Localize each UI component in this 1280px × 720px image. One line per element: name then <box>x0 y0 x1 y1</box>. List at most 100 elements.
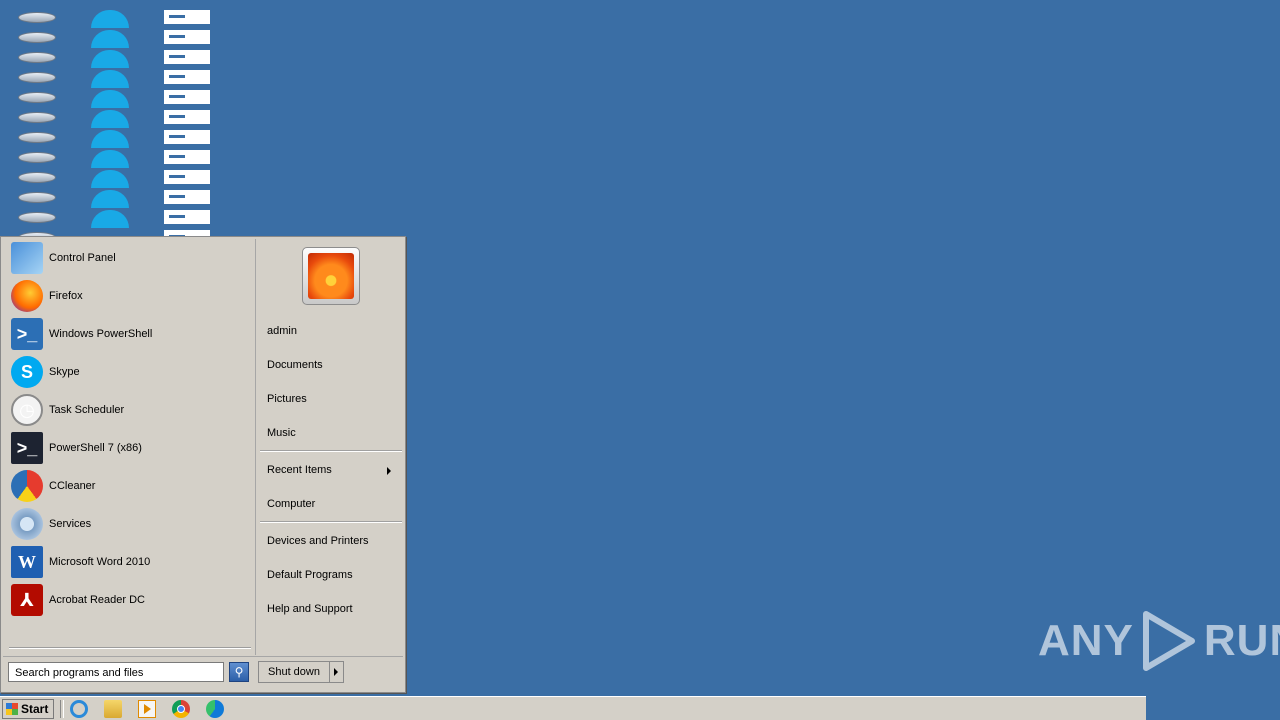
menu-item-help-support[interactable]: Help and Support <box>267 599 397 619</box>
drive-icon[interactable] <box>18 70 58 84</box>
search-input[interactable]: Search programs and files <box>8 662 224 682</box>
ie-icon[interactable] <box>91 150 131 168</box>
document-icon[interactable] <box>164 10 210 24</box>
document-icon[interactable] <box>164 50 210 64</box>
document-icon[interactable] <box>164 70 210 84</box>
drive-icon[interactable] <box>18 50 58 64</box>
drive-icon[interactable] <box>18 170 58 184</box>
program-windows-powershell[interactable]: >_ Windows PowerShell <box>3 315 253 353</box>
word-icon: W <box>11 546 43 578</box>
program-microsoft-word[interactable]: W Microsoft Word 2010 <box>3 543 253 581</box>
program-label: Windows PowerShell <box>49 328 153 340</box>
program-label: Control Panel <box>49 252 116 264</box>
drive-icon[interactable] <box>18 10 58 24</box>
firefox-icon <box>11 280 43 312</box>
document-icon[interactable] <box>164 130 210 144</box>
powershell7-icon: >_ <box>11 432 43 464</box>
program-services[interactable]: Services <box>3 505 253 543</box>
program-label: Firefox <box>49 290 83 302</box>
flower-icon <box>308 253 354 299</box>
watermark-left: ANY <box>1038 616 1134 665</box>
drive-icon[interactable] <box>18 30 58 44</box>
program-label: Microsoft Word 2010 <box>49 556 151 568</box>
powershell-icon: >_ <box>11 318 43 350</box>
ie-icon[interactable] <box>91 10 131 28</box>
windows-logo-icon <box>6 703 18 715</box>
ie-icon[interactable] <box>91 110 131 128</box>
menu-item-default-programs[interactable]: Default Programs <box>267 565 397 585</box>
ccleaner-icon <box>11 470 43 502</box>
ie-icon[interactable] <box>91 70 131 88</box>
drive-icon[interactable] <box>18 130 58 144</box>
drive-icon[interactable] <box>18 210 58 224</box>
control-panel-icon <box>11 242 43 274</box>
file-explorer-icon[interactable] <box>104 700 122 718</box>
gears-icon <box>11 508 43 540</box>
skype-icon: S <box>11 356 43 388</box>
drive-icon[interactable] <box>18 90 58 104</box>
menu-item-pictures[interactable]: Pictures <box>267 389 397 409</box>
search-icon[interactable]: ⚲ <box>229 662 249 682</box>
menu-item-recent-items[interactable]: Recent Items <box>267 460 397 480</box>
ie-icon[interactable] <box>91 130 131 148</box>
taskbar: Start <box>0 696 1146 720</box>
programs-pane: Control Panel Firefox >_ Windows PowerSh… <box>3 239 253 655</box>
places-pane: admin Documents Pictures Music Recent It… <box>255 239 404 655</box>
user-avatar[interactable] <box>302 247 360 305</box>
document-icon[interactable] <box>164 150 210 164</box>
shutdown-button[interactable]: Shut down <box>258 661 330 683</box>
document-icon[interactable] <box>164 210 210 224</box>
chrome-icon[interactable] <box>172 700 190 718</box>
ie-icon[interactable] <box>91 170 131 188</box>
anyrun-watermark: ANY RUN <box>1038 610 1280 672</box>
menu-item-computer[interactable]: Computer <box>267 494 397 514</box>
ie-icon[interactable] <box>91 50 131 68</box>
ie-icon[interactable] <box>91 30 131 48</box>
document-icon[interactable] <box>164 30 210 44</box>
program-acrobat-reader[interactable]: ⅄ Acrobat Reader DC <box>3 581 253 619</box>
places-divider <box>260 450 402 452</box>
menu-item-documents[interactable]: Documents <box>267 355 397 375</box>
program-label: CCleaner <box>49 480 96 492</box>
menu-item-devices-printers[interactable]: Devices and Printers <box>267 531 397 551</box>
program-label: Acrobat Reader DC <box>49 594 145 606</box>
ie-icon[interactable] <box>91 90 131 108</box>
programs-divider <box>9 647 251 649</box>
program-control-panel[interactable]: Control Panel <box>3 239 253 277</box>
document-icon[interactable] <box>164 170 210 184</box>
ie-icon[interactable] <box>91 190 131 208</box>
clock-icon: ◷ <box>11 394 43 426</box>
program-skype[interactable]: S Skype <box>3 353 253 391</box>
drive-icon[interactable] <box>18 190 58 204</box>
start-menu: Control Panel Firefox >_ Windows PowerSh… <box>0 236 406 693</box>
document-icon[interactable] <box>164 90 210 104</box>
ie-icon[interactable] <box>91 210 131 228</box>
program-label: Skype <box>49 366 80 378</box>
program-label: PowerShell 7 (x86) <box>49 442 142 454</box>
chevron-right-icon <box>387 467 391 475</box>
document-icon[interactable] <box>164 110 210 124</box>
internet-explorer-icon[interactable] <box>70 700 88 718</box>
program-label: Services <box>49 518 92 530</box>
document-icon[interactable] <box>164 190 210 204</box>
program-ccleaner[interactable]: CCleaner <box>3 467 253 505</box>
play-logo-icon <box>1142 611 1195 671</box>
drive-icon[interactable] <box>18 110 58 124</box>
program-powershell-7[interactable]: >_ PowerShell 7 (x86) <box>3 429 253 467</box>
places-divider <box>260 521 402 523</box>
drive-icon[interactable] <box>18 150 58 164</box>
start-menu-bottom-bar: Search programs and files ⚲ Shut down <box>3 656 403 691</box>
start-button[interactable]: Start <box>2 699 54 719</box>
program-label: Task Scheduler <box>49 404 125 416</box>
recent-items-label: Recent Items <box>267 464 332 476</box>
watermark-right: RUN <box>1203 616 1280 665</box>
menu-item-music[interactable]: Music <box>267 423 397 443</box>
media-player-icon[interactable] <box>138 700 156 718</box>
menu-item-user[interactable]: admin <box>267 321 397 341</box>
start-label: Start <box>21 702 49 716</box>
program-task-scheduler[interactable]: ◷ Task Scheduler <box>3 391 253 429</box>
program-firefox[interactable]: Firefox <box>3 277 253 315</box>
shutdown-options-button[interactable] <box>330 661 344 683</box>
acrobat-icon: ⅄ <box>11 584 43 616</box>
edge-icon[interactable] <box>206 700 224 718</box>
